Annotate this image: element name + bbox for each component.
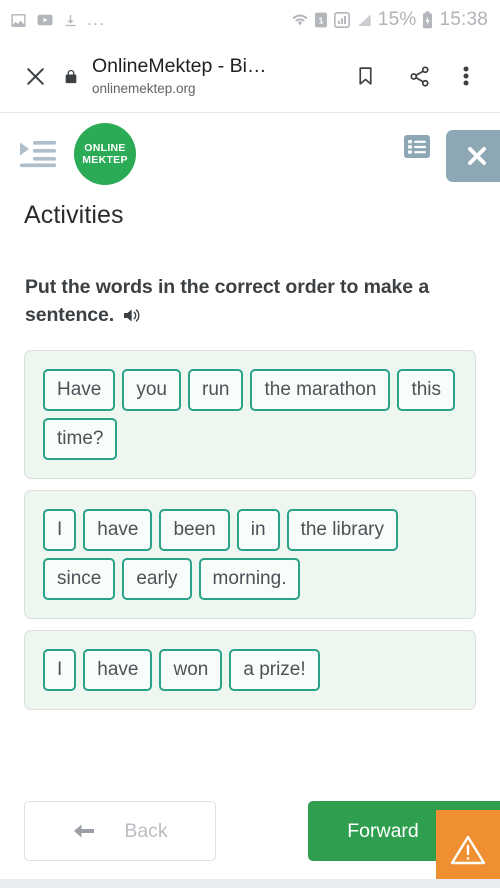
close-browser-button[interactable] — [16, 64, 54, 89]
more-vertical-icon — [463, 66, 469, 86]
logo-line-1: ONLINE — [84, 142, 126, 154]
signal-bars-icon — [333, 12, 350, 28]
word-tile[interactable]: the marathon — [250, 369, 391, 411]
close-icon — [468, 147, 486, 165]
page-tab-title: OnlineMektep - Bi… — [92, 55, 267, 77]
back-button-label: Back — [124, 819, 168, 842]
battery-charging-icon — [423, 11, 433, 29]
bottom-strip — [0, 879, 500, 888]
word-tile[interactable]: morning. — [198, 558, 301, 600]
app-header: ONLINE MEKTEP — [0, 113, 500, 195]
download-icon — [65, 14, 76, 26]
share-icon — [409, 65, 429, 87]
sidebar-expand-icon — [20, 141, 56, 168]
browser-menu-button[interactable] — [446, 64, 486, 88]
audio-play-button[interactable] — [122, 304, 143, 332]
site-security-indicator[interactable] — [54, 67, 88, 86]
close-icon — [26, 67, 44, 85]
sidebar-toggle-button[interactable] — [18, 134, 58, 174]
warning-badge[interactable] — [436, 810, 500, 888]
forward-button-label: Forward — [347, 819, 419, 842]
word-tile-row: I have been in the library since early m… — [43, 509, 461, 600]
close-activity-button[interactable] — [446, 130, 500, 182]
image-icon — [11, 13, 26, 27]
word-tile[interactable]: time? — [43, 418, 118, 460]
word-tile[interactable]: the library — [286, 509, 398, 551]
word-tile[interactable]: have — [83, 649, 153, 691]
page-title: Activities — [24, 201, 124, 229]
word-tile[interactable]: been — [159, 509, 230, 551]
task-instruction: Put the words in the correct order to ma… — [25, 273, 476, 332]
word-tile[interactable]: run — [188, 369, 244, 411]
sentence-card: Have you run the marathon this time? — [24, 350, 476, 479]
page-url: onlinemektep.org — [92, 81, 196, 96]
word-tile[interactable]: I — [43, 509, 77, 551]
status-bar-left: ... — [10, 11, 106, 29]
word-tile[interactable]: a prize! — [229, 649, 320, 691]
word-tile[interactable]: have — [83, 509, 153, 551]
status-bar: ... 1 15% 15:38 — [0, 0, 500, 40]
address-bar[interactable]: OnlineMektep - Bi… onlinemektep.org — [88, 54, 338, 98]
word-tile[interactable]: this — [397, 369, 456, 411]
word-tile[interactable]: won — [159, 649, 223, 691]
share-button[interactable] — [392, 65, 446, 88]
list-view-button[interactable] — [404, 135, 430, 163]
word-tile[interactable]: in — [236, 509, 280, 551]
task-instruction-text: Put the words in the correct order to ma… — [25, 276, 430, 326]
word-tile[interactable]: Have — [43, 369, 116, 411]
svg-text:1: 1 — [318, 15, 323, 25]
speaker-icon — [124, 309, 140, 322]
status-overflow: ... — [87, 10, 106, 29]
clock: 15:38 — [439, 9, 488, 30]
video-icon — [37, 14, 53, 26]
word-tile-row: Have you run the marathon this time? — [43, 369, 461, 460]
bookmark-icon — [358, 67, 372, 85]
sentence-card: I have been in the library since early m… — [24, 490, 476, 619]
status-bar-right: 1 15% 15:38 — [292, 9, 488, 31]
logo-line-2: MEKTEP — [82, 154, 128, 166]
arrow-left-icon — [74, 824, 95, 838]
word-tile[interactable]: I — [43, 649, 77, 691]
lock-icon — [65, 69, 77, 83]
word-tile[interactable]: you — [122, 369, 181, 411]
back-button[interactable]: Back — [24, 801, 216, 861]
wifi-icon — [292, 14, 308, 26]
word-tile[interactable]: early — [122, 558, 192, 600]
bookmark-button[interactable] — [338, 64, 392, 88]
phone-screen: ... 1 15% 15:38 OnlineMektep - Bi… onlin… — [0, 0, 500, 888]
sim-1-icon: 1 — [314, 12, 327, 28]
sentence-card: I have won a prize! — [24, 630, 476, 710]
warning-triangle-icon — [450, 835, 486, 864]
list-view-icon — [404, 135, 430, 158]
navigation-footer: Back Forward — [0, 801, 500, 865]
signal-triangle-icon — [357, 14, 371, 26]
word-tile-row: I have won a prize! — [43, 649, 461, 691]
sentence-card-list: Have you run the marathon this time? I h… — [24, 350, 476, 710]
word-tile[interactable]: since — [43, 558, 116, 600]
onlinemektep-logo: ONLINE MEKTEP — [74, 123, 136, 185]
battery-percent: 15% — [377, 9, 417, 30]
browser-toolbar: OnlineMektep - Bi… onlinemektep.org — [0, 40, 500, 113]
